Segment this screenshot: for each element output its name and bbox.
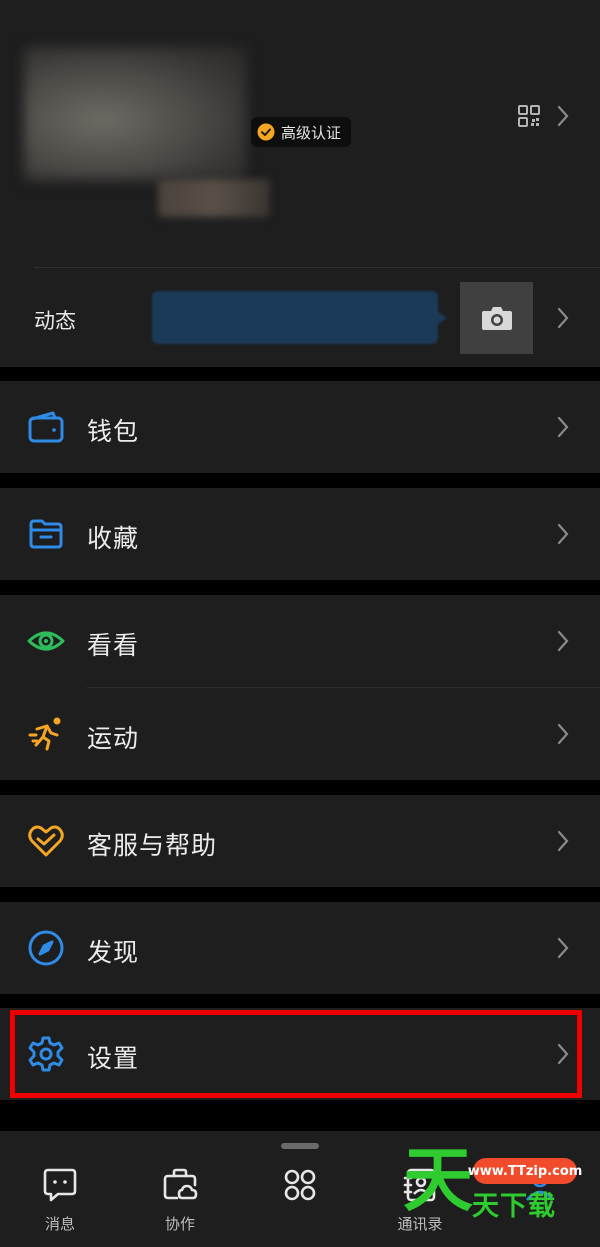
camera-icon <box>481 307 512 330</box>
tab-label-collaborate: 协作 <box>164 1215 195 1233</box>
menu-item-favorites[interactable]: 收藏 <box>0 488 600 580</box>
settings-highlight-box <box>10 1010 582 1098</box>
eye-icon <box>27 631 65 651</box>
drag-handle[interactable] <box>281 1143 319 1149</box>
chevron-right-icon <box>557 937 569 959</box>
chat-icon <box>43 1168 77 1202</box>
menu-item-wallet[interactable]: 钱包 <box>0 381 600 473</box>
menu-label-discover: 发现 <box>87 938 140 967</box>
menu-group-look-sports: 看看 运动 <box>0 595 600 780</box>
menu-label-look: 看看 <box>87 631 140 660</box>
running-icon <box>28 717 61 751</box>
chevron-right-icon <box>557 105 569 127</box>
tab-messages[interactable]: 消息 <box>20 1167 100 1234</box>
apps-grid-icon <box>284 1169 316 1201</box>
menu-item-look[interactable]: 看看 <box>0 595 600 687</box>
chevron-right-icon <box>557 723 569 745</box>
tab-apps[interactable] <box>260 1167 340 1213</box>
watermark-url: www.TTzip.com <box>468 1158 582 1184</box>
badge-label: 高级认证 <box>281 123 342 142</box>
qr-code-icon[interactable] <box>517 104 541 128</box>
chevron-right-icon <box>557 307 569 329</box>
tab-collaborate[interactable]: 协作 <box>140 1167 220 1234</box>
watermark-logo-char: 天 <box>403 1139 473 1221</box>
chevron-right-icon <box>557 630 569 652</box>
verified-badge[interactable]: 高级认证 <box>251 117 352 147</box>
compass-icon <box>28 930 64 966</box>
user-name <box>158 179 270 217</box>
tab-label-messages: 消息 <box>44 1215 75 1233</box>
verified-check-icon <box>257 123 275 141</box>
divider <box>34 267 600 268</box>
favorites-folder-icon <box>29 519 63 549</box>
wallet-icon <box>28 411 64 443</box>
chevron-right-icon <box>557 830 569 852</box>
profile-card[interactable]: 高级认证 动态 <box>0 0 600 367</box>
menu-label-wallet: 钱包 <box>87 417 140 446</box>
menu-label-favorites: 收藏 <box>87 524 140 553</box>
avatar[interactable] <box>24 47 246 180</box>
moments-camera-button[interactable] <box>460 282 533 354</box>
menu-item-customer-service[interactable]: 客服与帮助 <box>0 795 600 887</box>
watermark-text: 天下载 <box>472 1191 556 1222</box>
moments-preview[interactable] <box>152 291 447 344</box>
chevron-right-icon <box>557 523 569 545</box>
menu-label-sports: 运动 <box>87 724 140 753</box>
moments-label[interactable]: 动态 <box>34 305 76 335</box>
cloud-bag-icon <box>163 1168 198 1200</box>
chevron-right-icon <box>557 416 569 438</box>
menu-item-sports[interactable]: 运动 <box>0 688 600 780</box>
menu-label-customer-service: 客服与帮助 <box>87 831 218 860</box>
heart-help-icon <box>28 825 64 857</box>
menu-item-discover[interactable]: 发现 <box>0 902 600 994</box>
